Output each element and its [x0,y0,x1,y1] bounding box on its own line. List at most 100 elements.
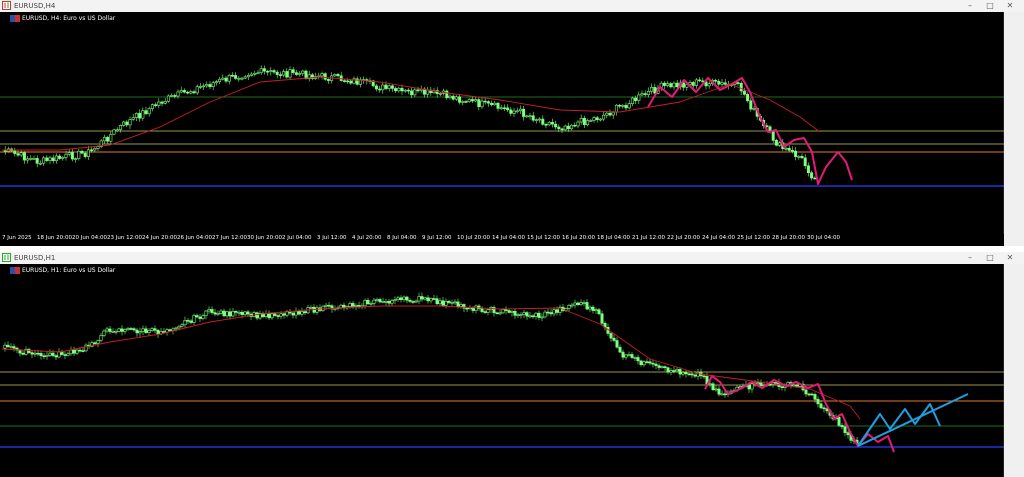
candle-body [180,324,184,327]
candle-body [403,89,407,92]
candle-body [147,330,151,333]
candle-body [483,100,487,103]
price-chart-h1[interactable]: 1.181651.177301.173001.168601.164251.159… [0,264,1024,477]
candle-body [550,121,554,125]
candle-body [742,90,746,95]
candle-body [163,100,167,104]
candle-body [522,108,526,117]
candle-body [417,296,421,302]
maximize-icon[interactable]: □ [980,0,1000,12]
candle-body [202,85,206,88]
candle-body [208,84,212,88]
candle-body [420,296,424,300]
candle-body [810,393,814,396]
candle-body [663,366,667,369]
candle-body [441,300,445,306]
candle-body [451,95,455,100]
candle-body [61,157,65,159]
candle-body [637,94,641,101]
minimize-icon[interactable]: – [960,0,980,12]
candle-body [450,302,454,304]
candle-body [384,84,388,89]
candle-body [266,70,270,73]
candle-body [112,129,116,135]
candle-body [108,328,112,332]
candle-body [586,120,590,125]
candle-body [397,87,401,92]
candle-body [326,79,330,81]
candle-body [342,80,346,82]
candle-body [390,300,394,304]
chart-window-h1[interactable]: EURUSD,H1 – □ ✕ 1.181651.177301.173001.1… [0,252,1024,477]
time-axis-label: 24 Jul 04:00 [702,235,735,241]
candle-body [499,107,503,110]
chart-window-h4[interactable]: EURUSD,H4 – □ ✕ 1.194001.186001.178001.1… [0,0,1024,246]
time-axis: 7 Jun 2025 18 Jun 20:00 20 Jun 04:00 23 Jun… [0,234,1004,246]
close-icon[interactable]: ✕ [1000,0,1020,12]
candle-body [387,85,391,89]
candle-body [800,156,804,159]
candle-body [36,352,40,355]
candle-body [276,315,280,317]
candle-body [378,299,382,303]
candle-body [759,382,763,386]
candle-body [591,306,595,311]
time-axis-label: 20 Jun 04:00 [72,235,107,241]
close-icon[interactable]: ✕ [1000,252,1020,264]
candle-body [195,86,199,94]
candle-body [810,172,814,179]
candle-body [410,90,414,96]
candle-body [804,389,808,395]
candle-body [496,102,500,109]
candle-body [324,304,328,307]
candle-body [749,100,753,110]
candle-body [366,299,370,305]
candle-body [189,320,193,323]
candle-body [448,95,452,99]
candle-body [115,129,119,132]
candle-body [157,101,161,106]
candle-body [792,384,796,387]
candle-body [576,121,580,127]
candle-body [576,302,580,305]
candle-body [396,297,400,300]
candle-body [714,79,718,82]
candle-body [525,312,529,317]
flag-icon [10,267,20,274]
maximize-icon[interactable]: □ [980,252,1000,264]
candle-body [426,89,430,95]
price-chart-h4[interactable]: 1.194001.186001.178001.170001.164001.156… [0,12,1024,234]
candle-body [131,117,135,120]
candle-body [237,311,241,314]
minimize-icon[interactable]: – [960,252,980,264]
candle-body [746,94,750,102]
candle-body [618,104,622,107]
candle-body [416,89,420,92]
candle-body [227,74,231,82]
candle-body [490,102,494,106]
candle-body [211,82,215,88]
candle-body [816,399,820,405]
candle-body [687,373,691,376]
right-margin [1004,12,1024,246]
candle-body [291,312,295,316]
candle-body [170,95,174,97]
candle-body [221,77,225,80]
candle-body [282,313,286,316]
candle-body [693,374,697,377]
candle-body [9,346,13,348]
candle-body [538,118,542,121]
candle-body [445,90,449,99]
candle-body [13,150,17,154]
candle-body [456,301,460,307]
candle-body [612,337,616,341]
candle-body [501,309,505,314]
candle-body [154,104,158,106]
candle-body [723,82,727,85]
candle-body [774,140,778,146]
candle-body [408,299,412,302]
time-axis-label: 24 Jun 20:00 [142,235,177,241]
candle-body [717,80,721,85]
time-axis-label: 26 Jun 04:00 [177,235,212,241]
candle-body [378,88,382,91]
